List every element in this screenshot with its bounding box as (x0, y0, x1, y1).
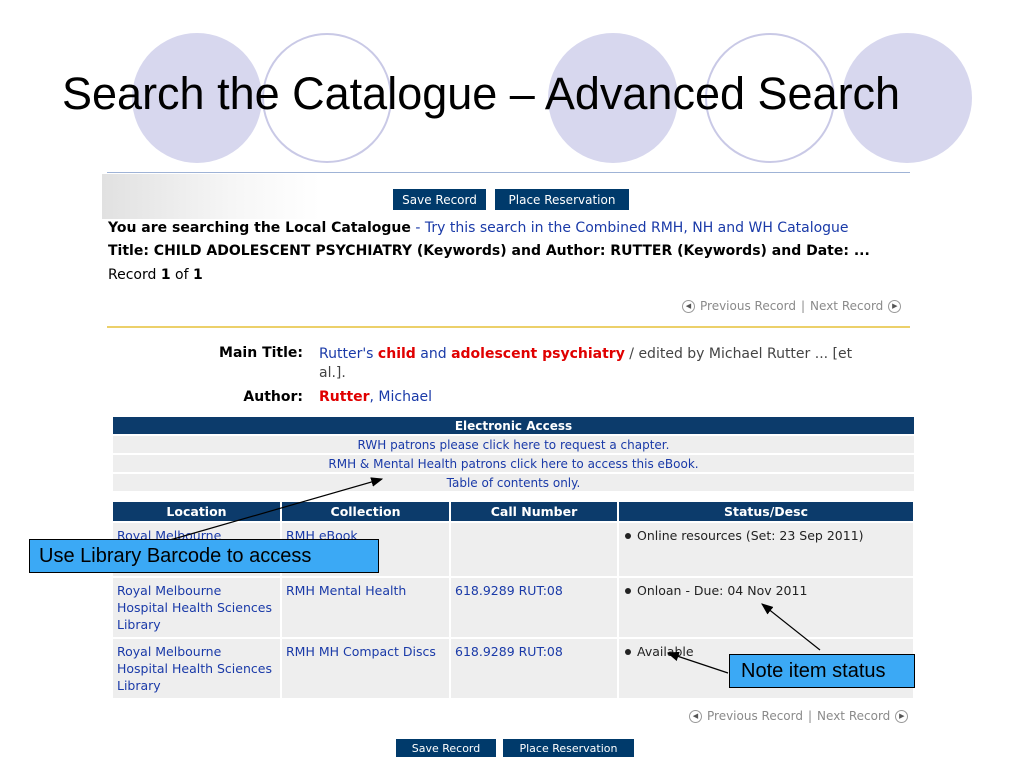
place-reservation-button[interactable]: Place Reservation (495, 189, 629, 210)
nav-separator: | (808, 709, 813, 723)
rmh-ebook-access-link[interactable]: RMH & Mental Health patrons click here t… (113, 454, 914, 474)
next-record-link[interactable]: Next Record (817, 709, 890, 723)
collection-cell[interactable]: RMH Mental Health (281, 576, 451, 638)
nav-separator: | (801, 299, 806, 313)
record-of: of (175, 267, 189, 283)
status-cell: Online resources (Set: 23 Sep 2011) (618, 521, 915, 577)
barcode-callout: Use Library Barcode to access (29, 539, 379, 573)
next-arrow-icon[interactable]: ▶ (895, 709, 909, 723)
search-scope-line: You are searching the Local Catalogue - … (108, 220, 849, 236)
electronic-access-header: Electronic Access (113, 417, 914, 436)
search-separator: - (410, 220, 425, 236)
place-reservation-button-bottom[interactable]: Place Reservation (503, 739, 634, 757)
record-total: 1 (192, 267, 203, 283)
collection-cell[interactable]: RMH MH Compact Discs (281, 637, 451, 698)
next-record-link[interactable]: Next Record (810, 299, 883, 313)
location-cell[interactable]: Royal Melbourne Hospital Health Sciences… (113, 576, 282, 638)
column-header-location: Location (113, 502, 282, 522)
table-row: Royal Melbourne Hospital Health Sciences… (113, 576, 915, 638)
rwh-request-chapter-link[interactable]: RWH patrons please click here to request… (113, 435, 914, 455)
record-nav-top: ◀ Previous Record | Next Record ▶ (682, 299, 902, 313)
status-cell: Onloan - Due: 04 Nov 2011 (618, 576, 915, 638)
record-nav-bottom: ◀ Previous Record | Next Record ▶ (689, 709, 909, 723)
bullet-icon (625, 649, 631, 655)
search-scope-text: You are searching the Local Catalogue (108, 220, 411, 236)
previous-record-link[interactable]: Previous Record (707, 709, 803, 723)
table-of-contents-link[interactable]: Table of contents only. (113, 473, 914, 493)
column-header-status: Status/Desc (618, 502, 915, 522)
previous-arrow-icon[interactable]: ◀ (682, 299, 695, 313)
column-header-call-number: Call Number (450, 502, 619, 522)
record-label: Record (108, 267, 157, 283)
bullet-icon (625, 533, 631, 539)
save-record-button[interactable]: Save Record (393, 189, 486, 210)
location-cell[interactable]: Royal Melbourne Hospital Health Sciences… (113, 637, 282, 698)
call-number-cell[interactable]: 618.9289 RUT:08 (450, 576, 619, 638)
next-arrow-icon[interactable]: ▶ (888, 299, 902, 313)
combined-catalogue-link[interactable]: Try this search in the Combined RMH, NH … (425, 220, 849, 236)
bullet-icon (625, 588, 631, 594)
save-record-button-bottom[interactable]: Save Record (396, 739, 496, 757)
main-title-value: Rutter's child and adolescent psychiatry… (319, 346, 853, 381)
slide-title: Search the Catalogue – Advanced Search (62, 68, 901, 119)
call-number-cell (450, 521, 619, 577)
record-counter: Record 1 of 1 (108, 267, 203, 283)
divider (107, 172, 910, 173)
faded-header (102, 174, 320, 219)
main-title-label: Main Title: (219, 345, 303, 361)
previous-record-link[interactable]: Previous Record (700, 299, 796, 313)
record-current: 1 (160, 267, 171, 283)
electronic-access-table: Electronic Access RWH patrons please cli… (113, 417, 914, 493)
column-header-collection: Collection (281, 502, 451, 522)
author-value[interactable]: Rutter, Michael (319, 389, 432, 405)
divider (107, 326, 910, 328)
author-label: Author: (243, 389, 303, 405)
call-number-cell[interactable]: 618.9289 RUT:08 (450, 637, 619, 698)
status-callout: Note item status (729, 654, 915, 688)
search-query: Title: CHILD ADOLESCENT PSYCHIATRY (Keyw… (108, 243, 870, 259)
previous-arrow-icon[interactable]: ◀ (689, 709, 702, 723)
